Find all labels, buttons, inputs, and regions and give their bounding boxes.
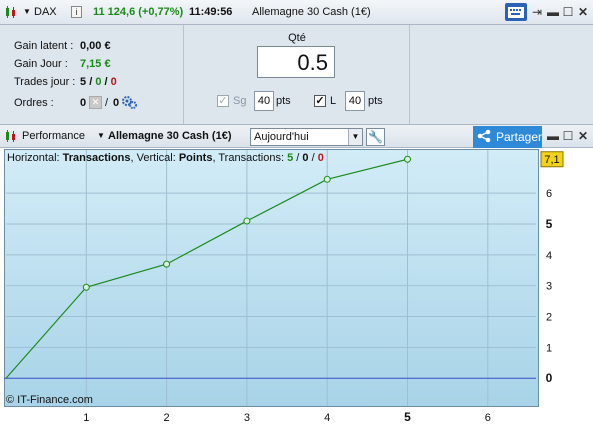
stop-loss-label: Sg xyxy=(233,95,247,107)
gain-jour-label: Gain Jour : xyxy=(14,58,68,70)
quantity-input[interactable]: 0.5 xyxy=(257,46,335,78)
ordres-row: Ordres : 0 ✕ / 0 xyxy=(14,96,137,109)
tx-win: 0 xyxy=(302,152,309,164)
price-change: 11 124,6 (+0,77%) xyxy=(93,6,184,18)
cancel-orders-icon[interactable]: ✕ xyxy=(89,96,102,109)
tx-total: 5 xyxy=(287,152,294,164)
trades-row: Trades jour : 5 / 0 / 0 xyxy=(14,76,117,88)
vertical-label: Vertical: xyxy=(136,152,176,164)
symbol-label[interactable]: DAX xyxy=(34,6,57,18)
tx-loss: 0 xyxy=(317,152,324,164)
share-label: Partager xyxy=(495,130,542,144)
trades-loss: 0 xyxy=(110,76,117,88)
info-icon[interactable]: i xyxy=(71,6,82,18)
ordres-label: Ordres : xyxy=(14,97,54,109)
close-icon[interactable]: ✕ xyxy=(576,127,590,145)
limit-input[interactable]: 40 xyxy=(345,91,365,111)
instrument-title: Allemagne 30 Cash (1€) xyxy=(252,6,371,18)
symbol-dropdown-arrow-icon[interactable]: ▼ xyxy=(23,7,31,16)
tx-sep: / xyxy=(296,152,300,164)
data-point xyxy=(243,217,251,225)
vertical-value: Points xyxy=(178,152,213,164)
x-tick-label: 5 xyxy=(404,410,411,424)
period-select[interactable]: Aujourd'hui ▼ xyxy=(250,128,363,146)
close-icon[interactable]: ✕ xyxy=(576,3,590,21)
candlestick-icon[interactable] xyxy=(4,5,18,19)
x-tick-label: 1 xyxy=(83,412,89,424)
horizontal-value: Transactions xyxy=(62,152,131,164)
y-tick-label: 3 xyxy=(546,281,552,293)
maximize-icon[interactable]: ☐ xyxy=(561,3,575,21)
keyboard-icon[interactable] xyxy=(505,3,527,21)
gears-icon[interactable] xyxy=(121,95,138,113)
trading-panel: Gain latent : 0,00 € Gain Jour : 7,15 € … xyxy=(0,25,593,124)
trades-win: 0 xyxy=(95,76,102,88)
transactions-label: Transactions: xyxy=(218,152,284,164)
share-button[interactable]: Partager xyxy=(473,126,542,148)
period-select-value: Aujourd'hui xyxy=(254,131,309,143)
gain-latent-value: 0,00 € xyxy=(80,40,111,52)
tx-sep: / xyxy=(311,152,315,164)
gain-jour-row: Gain Jour : 7,15 € xyxy=(14,58,111,70)
performance-chart: 1 2 3 4 5 6 0 1 2 3 4 5 6 7,1 xyxy=(0,148,593,426)
y-tick-label: 0 xyxy=(546,371,553,385)
stop-loss-unit: pts xyxy=(276,95,291,107)
trades-total: 5 xyxy=(80,76,87,88)
stats-panel: Gain latent : 0,00 € Gain Jour : 7,15 € … xyxy=(0,25,184,124)
y-tick-label: 1 xyxy=(546,342,552,354)
pin-icon[interactable]: ⇥ xyxy=(530,3,544,21)
chart-header: Horizontal: Transactions, Vertical: Poin… xyxy=(7,152,324,164)
gain-jour-value: 7,15 € xyxy=(80,58,111,70)
stop-loss-input[interactable]: 40 xyxy=(254,91,274,111)
x-tick-label: 3 xyxy=(244,412,250,424)
limit-checkbox[interactable]: ✓ xyxy=(314,95,326,107)
chart-svg: 1 2 3 4 5 6 0 1 2 3 4 5 6 7,1 xyxy=(4,150,564,424)
trades-label: Trades jour : xyxy=(14,76,76,88)
gain-latent-row: Gain latent : 0,00 € xyxy=(14,40,111,52)
data-point xyxy=(323,175,331,183)
performance-tab[interactable]: Performance xyxy=(22,130,85,142)
ordres-count-a: 0 xyxy=(80,97,87,109)
share-icon xyxy=(477,129,493,146)
x-tick-label: 6 xyxy=(485,412,491,424)
minimize-icon[interactable]: ▬ xyxy=(546,3,560,21)
y-tick-label: 2 xyxy=(546,312,552,324)
ordres-count-b: 0 xyxy=(113,97,120,109)
wrench-icon[interactable]: 🔧 xyxy=(366,128,385,146)
series-line xyxy=(5,158,408,379)
time-label: 11:49:56 xyxy=(189,6,233,18)
minimize-icon[interactable]: ▬ xyxy=(546,127,560,145)
candlestick-icon[interactable] xyxy=(4,129,18,143)
x-tick-label: 2 xyxy=(164,412,170,424)
horizontal-label: Horizontal: xyxy=(7,152,60,164)
stop-loss-checkbox[interactable]: ✓ xyxy=(217,95,229,107)
last-value-label: 7,1 xyxy=(544,154,559,166)
data-point xyxy=(404,155,412,163)
instrument-selector[interactable]: Allemagne 30 Cash (1€) xyxy=(108,130,232,142)
x-tick-label: 4 xyxy=(324,412,330,424)
gain-latent-label: Gain latent : xyxy=(14,40,74,52)
instrument-dropdown-arrow-icon[interactable]: ▼ xyxy=(97,131,105,140)
y-tick-label: 4 xyxy=(546,250,552,262)
y-tick-label: 6 xyxy=(546,188,552,200)
maximize-icon[interactable]: ☐ xyxy=(561,127,575,145)
copyright-label: © IT-Finance.com xyxy=(6,394,93,406)
limit-label: L xyxy=(330,95,337,107)
chevron-down-icon: ▼ xyxy=(348,129,362,145)
data-point xyxy=(163,260,171,268)
quantity-label: Qté xyxy=(288,32,306,44)
chart-toolbar: Performance ▼ Allemagne 30 Cash (1€) Auj… xyxy=(0,124,593,148)
limit-unit: pts xyxy=(368,95,383,107)
y-tick-label: 5 xyxy=(546,217,553,231)
data-point xyxy=(82,283,90,291)
title-bar: ▼ DAX i 11 124,6 (+0,77%) 11:49:56 Allem… xyxy=(0,0,593,25)
quantity-panel: Qté 0.5 ✓ Sg 40 pts ✓ L 40 pts xyxy=(184,25,410,124)
